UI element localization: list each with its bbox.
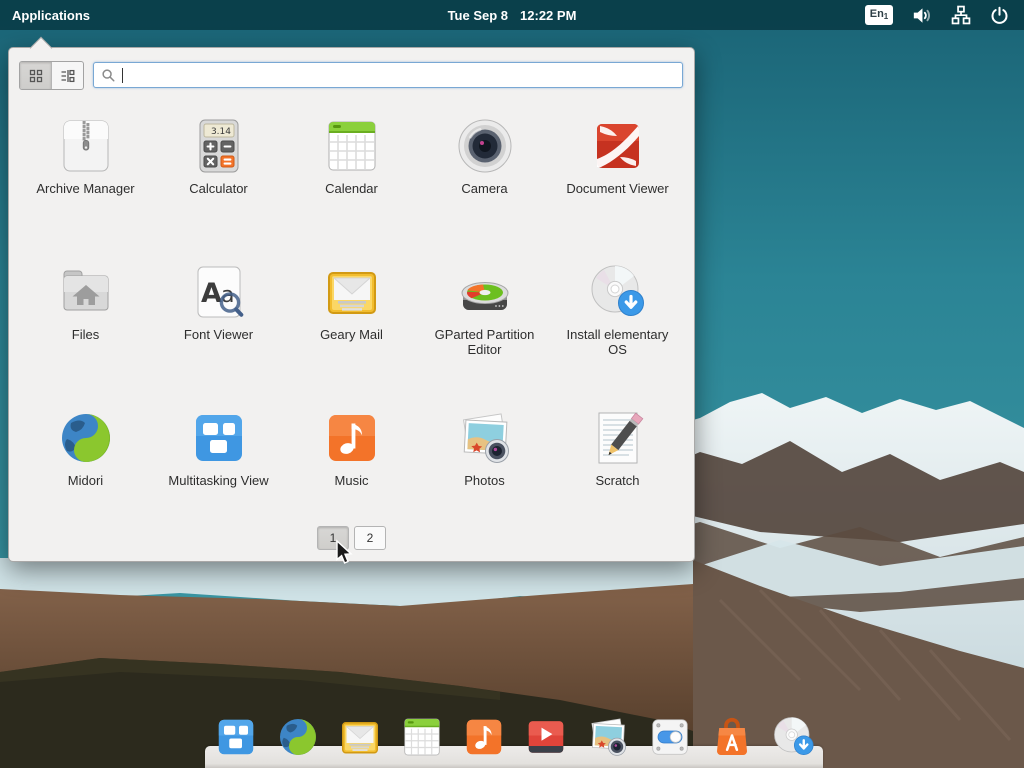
- mouse-cursor: [334, 539, 353, 565]
- dock-calendar[interactable]: [398, 713, 446, 761]
- app-document-viewer[interactable]: Document Viewer: [551, 106, 684, 252]
- search-icon: [101, 68, 116, 83]
- dock-icons: [212, 713, 818, 761]
- document-viewer-icon: [586, 114, 650, 178]
- app-label: Font Viewer: [184, 328, 253, 343]
- dock-midori[interactable]: [274, 713, 322, 761]
- photos-icon: [453, 406, 517, 470]
- install-elementary-os-icon: [586, 260, 650, 324]
- videos-icon: [522, 713, 570, 761]
- app-label: Calculator: [189, 182, 248, 197]
- app-label: Multitasking View: [168, 474, 268, 489]
- dock-system-settings[interactable]: [646, 713, 694, 761]
- multitasking-view-icon: [187, 406, 251, 470]
- top-panel: Applications Tue Sep 8 12:22 PM En1: [0, 0, 1024, 30]
- app-label: Camera: [461, 182, 507, 197]
- appcenter-icon: [708, 713, 756, 761]
- keyboard-layout-index: 1: [884, 13, 888, 21]
- app-archive-manager[interactable]: Archive Manager: [19, 106, 152, 252]
- calculator-icon: 3.14: [187, 114, 251, 178]
- archive-manager-icon: [54, 114, 118, 178]
- calendar-icon: [320, 114, 384, 178]
- geary-mail-icon: [320, 260, 384, 324]
- app-label: Scratch: [595, 474, 639, 489]
- power-icon[interactable]: [989, 5, 1010, 26]
- app-label: Music: [335, 474, 369, 489]
- midori-icon: [274, 713, 322, 761]
- dock-install-elementary-os[interactable]: [770, 713, 818, 761]
- volume-icon[interactable]: [910, 4, 933, 27]
- calendar-icon: [398, 713, 446, 761]
- install-elementary-os-icon: [770, 713, 818, 761]
- app-label: Calendar: [325, 182, 378, 197]
- keyboard-layout-label: En: [870, 6, 884, 22]
- app-files[interactable]: Files: [19, 252, 152, 398]
- grid-view-button[interactable]: [20, 62, 51, 89]
- app-label: Files: [72, 328, 99, 343]
- dock: [205, 710, 823, 768]
- midori-icon: [54, 406, 118, 470]
- music-icon: [460, 713, 508, 761]
- app-install-elementary-os[interactable]: Install elementary OS: [551, 252, 684, 398]
- category-view-button[interactable]: [51, 62, 83, 89]
- geary-mail-icon: [336, 713, 384, 761]
- app-music[interactable]: Music: [285, 398, 418, 544]
- dock-multitasking-view[interactable]: [212, 713, 260, 761]
- app-midori[interactable]: Midori: [19, 398, 152, 544]
- dock-music[interactable]: [460, 713, 508, 761]
- panel-date: Tue Sep 8: [448, 8, 508, 23]
- view-toggle: [19, 61, 84, 90]
- system-settings-icon: [646, 713, 694, 761]
- app-gparted-partition-editor[interactable]: GParted Partition Editor: [418, 252, 551, 398]
- music-icon: [320, 406, 384, 470]
- camera-icon: [453, 114, 517, 178]
- applications-menu-button[interactable]: Applications: [0, 0, 102, 30]
- page-button-2[interactable]: 2: [354, 526, 386, 550]
- photos-icon: [584, 713, 632, 761]
- gparted-icon: [453, 260, 517, 324]
- app-label: Geary Mail: [320, 328, 383, 343]
- app-calculator[interactable]: 3.14 Calculator: [152, 106, 285, 252]
- multitasking-view-icon: [212, 713, 260, 761]
- svg-text:A: A: [201, 278, 222, 309]
- svg-text:3.14: 3.14: [210, 127, 230, 137]
- panel-status-area: En1: [865, 4, 1024, 27]
- app-font-viewer[interactable]: Aa Font Viewer: [152, 252, 285, 398]
- app-photos[interactable]: Photos: [418, 398, 551, 544]
- app-label: Photos: [464, 474, 504, 489]
- desktop: { "panel": { "menu_label": "Applications…: [0, 0, 1024, 768]
- dock-photos[interactable]: [584, 713, 632, 761]
- application-launcher: Archive Manager 3.14 Calculator Calendar Cam…: [8, 47, 695, 562]
- font-viewer-icon: Aa: [187, 260, 251, 324]
- app-calendar[interactable]: Calendar: [285, 106, 418, 252]
- app-label: Install elementary OS: [556, 328, 680, 358]
- app-scratch[interactable]: Scratch: [551, 398, 684, 544]
- panel-time: 12:22 PM: [520, 8, 576, 23]
- keyboard-layout-icon[interactable]: En1: [865, 5, 893, 25]
- app-geary-mail[interactable]: Geary Mail: [285, 252, 418, 398]
- dock-appcenter[interactable]: [708, 713, 756, 761]
- text-caret: [122, 68, 123, 83]
- app-camera[interactable]: Camera: [418, 106, 551, 252]
- dock-geary-mail[interactable]: [336, 713, 384, 761]
- files-icon: [54, 260, 118, 324]
- scratch-icon: [586, 406, 650, 470]
- app-label: Document Viewer: [566, 182, 668, 197]
- app-label: Archive Manager: [36, 182, 134, 197]
- network-icon[interactable]: [950, 4, 972, 26]
- search-input[interactable]: [93, 62, 683, 88]
- app-label: GParted Partition Editor: [423, 328, 547, 358]
- dock-videos[interactable]: [522, 713, 570, 761]
- app-grid: Archive Manager 3.14 Calculator Calendar Cam…: [19, 106, 684, 544]
- app-multitasking-view[interactable]: Multitasking View: [152, 398, 285, 544]
- app-label: Midori: [68, 474, 103, 489]
